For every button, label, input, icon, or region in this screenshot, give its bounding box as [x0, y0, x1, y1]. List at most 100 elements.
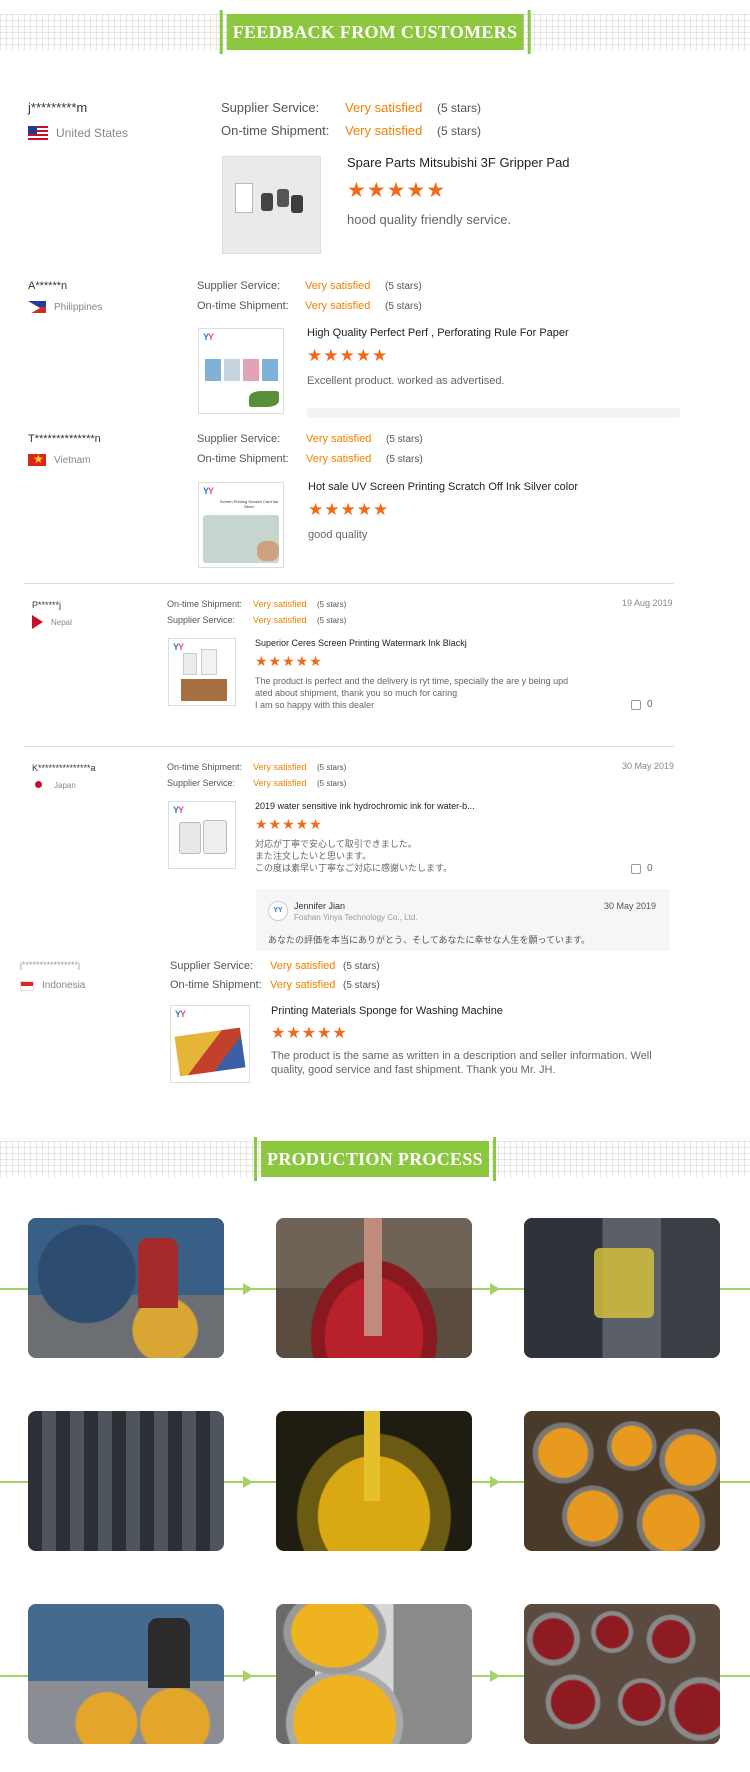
supplier-service-count: (5 stars): [437, 101, 482, 115]
product-title[interactable]: Superior Ceres Screen Printing Watermark…: [255, 638, 467, 648]
review-date: 19 Aug 2019: [622, 598, 673, 608]
like-control[interactable]: 0: [631, 863, 653, 874]
seller-company: Foshan Yinya Technology Co., Ltd.: [294, 913, 418, 922]
gripper-pad-image: [261, 193, 273, 211]
shipment-label: On-time Shipment:: [197, 300, 289, 312]
production-title: PRODUCTION PROCESS: [254, 1137, 496, 1181]
product-thumbnail[interactable]: YY: [168, 801, 236, 869]
japan-flag-icon: [32, 778, 46, 792]
product-title[interactable]: Printing Materials Sponge for Washing Ma…: [271, 1005, 503, 1017]
country-label: Japan: [54, 780, 76, 790]
shipment-count: (5 stars): [437, 124, 482, 138]
production-header-band: PRODUCTION PROCESS: [0, 1137, 750, 1181]
reviewer-country: Nepal: [32, 615, 72, 629]
country-label: Indonesia: [42, 980, 86, 991]
supplier-service-row: Supplier Service: Very satisfied (5 star…: [221, 100, 481, 115]
product-title[interactable]: Hot sale UV Screen Printing Scratch Off …: [308, 481, 578, 493]
production-photo-grinding-mill: [524, 1218, 720, 1358]
shipment-label: On-time Shipment:: [167, 762, 243, 772]
arrow-right-icon: [490, 1476, 500, 1488]
production-photo-stacked-cans: [28, 1411, 224, 1551]
nepal-flag-icon: [32, 615, 43, 629]
like-count: 0: [647, 863, 653, 874]
philippines-flag-icon: [28, 301, 46, 313]
supplier-service-label: Supplier Service:: [221, 100, 320, 115]
shipment-row: On-time Shipment: Very satisfied (5 star…: [167, 762, 346, 772]
perforating-rule-image: [224, 359, 240, 381]
reviewer-name: A******n: [28, 280, 68, 292]
shipment-label: On-time Shipment:: [167, 599, 243, 609]
brand-logo-icon: YY: [203, 486, 214, 496]
brand-logo-icon: YY: [203, 332, 214, 342]
supplier-service-count: (5 stars): [385, 281, 422, 292]
shipment-value: Very satisfied: [345, 123, 423, 138]
thumbs-up-icon[interactable]: [631, 699, 641, 710]
perforating-rule-image: [243, 359, 259, 381]
worker-figure: [138, 1238, 178, 1308]
review-comment: hood quality friendly service.: [347, 212, 512, 227]
supplier-service-value: Very satisfied: [253, 778, 307, 788]
shipment-value: Very satisfied: [253, 762, 307, 772]
rating-stars: ★★★★★: [271, 1025, 348, 1042]
supplier-service-value: Very satisfied: [270, 960, 336, 972]
product-title[interactable]: High Quality Perfect Perf , Perforating …: [307, 327, 569, 339]
shipment-count: (5 stars): [385, 301, 422, 312]
product-thumbnail[interactable]: YY: [198, 328, 284, 414]
reviewer-country: Philippines: [28, 301, 102, 313]
reviewer-name: T**************n: [28, 433, 101, 445]
supplier-service-row: Supplier Service: Very satisfied (5 star…: [197, 433, 423, 445]
country-label: United States: [56, 126, 129, 140]
shipment-value: Very satisfied: [270, 979, 336, 991]
production-photo-open-ink-cans-orange: [524, 1411, 720, 1551]
country-label: Nepal: [51, 617, 72, 627]
perforating-rule-image: [262, 359, 278, 381]
gripper-pad-image: [277, 189, 289, 207]
reviewer-country: Vietnam: [28, 454, 91, 466]
production-photo-worker-filling-machine: [28, 1218, 224, 1358]
supplier-service-count: (5 stars): [343, 961, 380, 972]
product-thumbnail[interactable]: [222, 156, 321, 254]
like-control[interactable]: 0: [631, 699, 653, 710]
brand-logo-icon: YY: [173, 642, 184, 652]
product-thumbnail[interactable]: YY: [168, 638, 236, 706]
product-title[interactable]: 2019 water sensitive ink hydrochromic in…: [255, 801, 475, 811]
reviewer-name: P******j: [32, 600, 62, 610]
package-label-image: [235, 183, 253, 213]
rating-stars: ★★★★★: [307, 346, 389, 365]
product-thumbnail[interactable]: YY Screen Printing Scratch Card Ink Silv…: [198, 482, 284, 568]
indonesia-flag-icon: [20, 980, 34, 991]
ceres-ink-can-image: [179, 822, 201, 854]
shipment-row: On-time Shipment: Very satisfied (5 star…: [197, 300, 422, 312]
shipment-row: On-time Shipment: Very satisfied (5 star…: [167, 599, 346, 609]
arrow-right-icon: [243, 1476, 253, 1488]
supplier-service-row: Supplier Service: Very satisfied (5 star…: [167, 778, 346, 788]
supplier-service-label: Supplier Service:: [167, 778, 236, 788]
like-count: 0: [647, 699, 653, 710]
supplier-service-row: Supplier Service: Very satisfied (5 star…: [170, 960, 380, 972]
shipment-label: On-time Shipment:: [197, 453, 289, 465]
supplier-service-label: Supplier Service:: [167, 615, 236, 625]
supplier-service-value: Very satisfied: [345, 100, 423, 115]
supplier-service-label: Supplier Service:: [197, 433, 281, 445]
reviewer-name: j****************j: [20, 960, 81, 970]
supplier-service-count: (5 stars): [317, 779, 347, 788]
review-date: 30 May 2019: [622, 761, 675, 771]
horizontal-scrollbar[interactable]: [307, 408, 680, 418]
thumbs-up-icon[interactable]: [631, 863, 641, 874]
shipment-count: (5 stars): [343, 980, 380, 991]
ink-bottle-image: [183, 653, 197, 675]
rating-stars: ★★★★★: [308, 500, 390, 519]
feedback-title: FEEDBACK FROM CUSTOMERS: [219, 10, 530, 54]
product-title[interactable]: Spare Parts Mitsubishi 3F Gripper Pad: [347, 155, 570, 170]
shipment-value: Very satisfied: [306, 453, 372, 465]
production-photo-red-mixing-tank: [276, 1218, 472, 1358]
reply-date: 30 May 2019: [603, 901, 656, 911]
product-thumbnail[interactable]: YY: [170, 1005, 250, 1083]
supplier-service-value: Very satisfied: [253, 615, 307, 625]
shipment-row: On-time Shipment: Very satisfied (5 star…: [197, 453, 423, 465]
rating-stars: ★★★★★: [255, 816, 323, 832]
shipment-row: On-time Shipment: Very satisfied (5 star…: [170, 979, 380, 991]
shipment-value: Very satisfied: [253, 599, 307, 609]
watermark-sample-image: [181, 679, 227, 701]
shipment-value: Very satisfied: [305, 300, 371, 312]
